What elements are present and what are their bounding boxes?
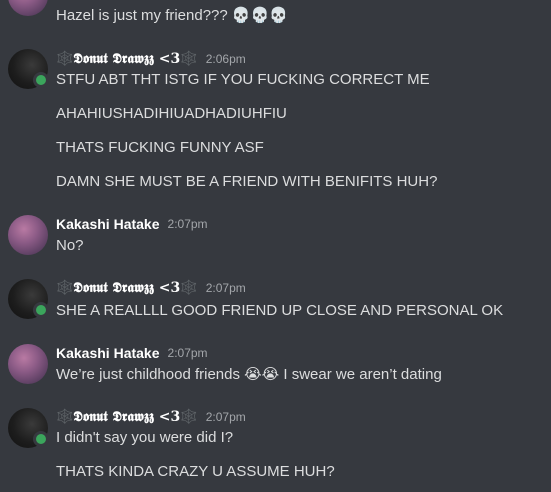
- message-text: STFU ABT THT ISTG IF YOU FUCKING CORRECT…: [56, 71, 430, 88]
- username[interactable]: 🕸️𝕯𝖔𝖓𝖚𝖙 𝕯𝖗𝖆𝖜𝖟𝖟 <3🕸️: [56, 51, 198, 67]
- timestamp[interactable]: 2:07pm: [168, 217, 208, 231]
- message-text: AHAHIUSHADIHIUADHADIUHFIU: [56, 105, 287, 122]
- online-status-icon: [33, 302, 49, 318]
- chat-messages: Hazel is just my friend??? 💀💀💀 🕸️𝕯𝖔𝖓𝖚𝖙 𝕯…: [0, 0, 551, 492]
- message-text: We’re just childhood friends 😭😭 I swear …: [56, 366, 442, 383]
- timestamp[interactable]: 2:06pm: [206, 52, 246, 66]
- username[interactable]: Kakashi Hatake: [56, 345, 160, 361]
- avatar[interactable]: [8, 279, 49, 319]
- timestamp[interactable]: 2:07pm: [206, 281, 246, 295]
- message-text: Hazel is just my friend??? 💀💀💀: [56, 7, 288, 24]
- timestamp[interactable]: 2:07pm: [206, 410, 246, 424]
- avatar[interactable]: [8, 344, 48, 384]
- avatar[interactable]: [8, 408, 49, 448]
- username[interactable]: 🕸️𝕯𝖔𝖓𝖚𝖙 𝕯𝖗𝖆𝖜𝖟𝖟 <3🕸️: [56, 280, 198, 296]
- message-text: DAMN SHE MUST BE A FRIEND WITH BENIFITS …: [56, 173, 438, 190]
- message-text: No?: [56, 237, 84, 254]
- online-status-icon: [33, 431, 49, 447]
- message-text: SHE A REALLLL GOOD FRIEND UP CLOSE AND P…: [56, 302, 504, 319]
- online-status-icon: [33, 72, 49, 88]
- avatar[interactable]: [8, 49, 49, 89]
- username[interactable]: 🕸️𝕯𝖔𝖓𝖚𝖙 𝕯𝖗𝖆𝖜𝖟𝖟 <3🕸️: [56, 409, 198, 425]
- username[interactable]: Kakashi Hatake: [56, 216, 160, 232]
- avatar[interactable]: [8, 215, 48, 255]
- message-text: THATS KINDA CRAZY U ASSUME HUH?: [56, 463, 335, 480]
- avatar[interactable]: [8, 0, 48, 16]
- message-text: I didn't say you were did I?: [56, 429, 234, 446]
- message-text: THATS FUCKING FUNNY ASF: [56, 139, 264, 156]
- timestamp[interactable]: 2:07pm: [168, 346, 208, 360]
